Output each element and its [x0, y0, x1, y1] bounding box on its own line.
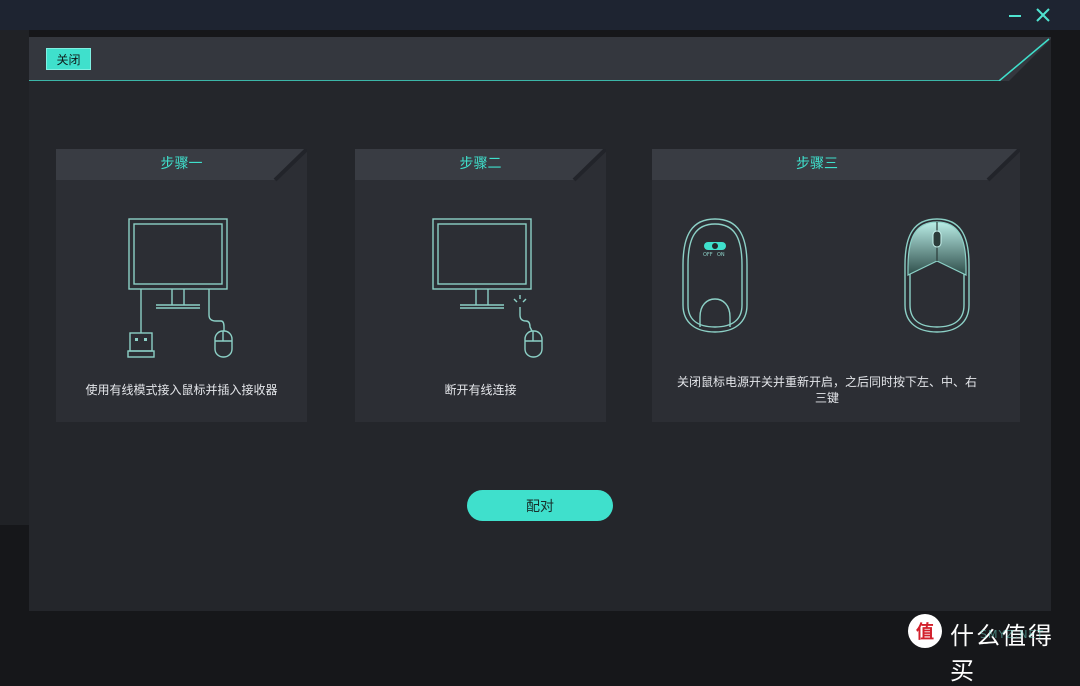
site-name: 什么值得买 [950, 622, 1054, 685]
window-titlebar [0, 0, 1080, 30]
mouse-top-illustration [904, 218, 970, 333]
minimize-button[interactable] [1003, 3, 1027, 27]
monitor-usb-mouse-illustration [127, 218, 233, 358]
switch-off-label: OFF [703, 252, 713, 258]
monitor-unplug-illustration [432, 218, 543, 358]
close-icon [1036, 8, 1050, 22]
step-description: 断开有线连接 [444, 383, 517, 397]
step-card-2: 步骤二 断开有线连接 [355, 149, 606, 422]
switch-on-label: ON [717, 252, 725, 258]
step-description: 关闭鼠标电源开关并重新开启，之后同时按下左、中、右三键 [676, 375, 977, 405]
dialog-close-button[interactable]: 关闭 [46, 48, 91, 70]
dialog-header-decoration [29, 37, 1051, 81]
background-panel [0, 30, 29, 525]
step-card-1: 步骤一 使用有线模式接入鼠标并插入接收器 [56, 149, 307, 422]
mouse-bottom-illustration [682, 218, 748, 333]
step-title: 步骤一 [160, 156, 203, 172]
step-title: 步骤二 [459, 156, 502, 172]
step-card-3: 步骤三 OFF ON 关闭鼠标电源开关并重新开启，之后同时按下左、中、右三键 [652, 149, 1020, 422]
minimize-icon [1009, 15, 1021, 17]
pair-button[interactable]: 配对 [467, 490, 613, 521]
window-close-button[interactable] [1031, 3, 1055, 27]
step-title: 步骤三 [796, 156, 838, 172]
step-description: 使用有线模式接入鼠标并插入接收器 [85, 383, 278, 397]
site-badge: 值 [908, 614, 942, 648]
watermark-text: SMYZ.NET [980, 628, 1045, 641]
